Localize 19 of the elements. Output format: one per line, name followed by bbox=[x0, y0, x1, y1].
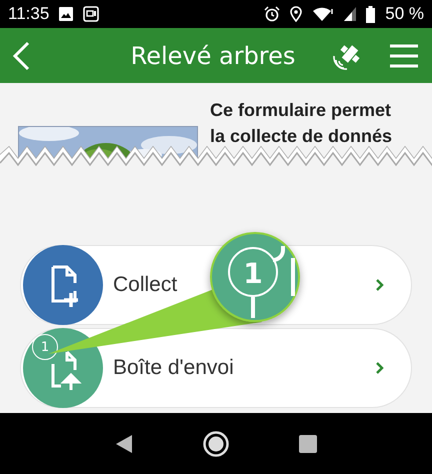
menu-button[interactable] bbox=[390, 44, 418, 68]
outbox-button[interactable]: 1 Boîte d'envoi bbox=[20, 328, 412, 408]
alarm-icon bbox=[264, 6, 280, 22]
battery-icon bbox=[366, 6, 376, 22]
image-icon bbox=[59, 7, 74, 21]
storage-icon bbox=[83, 6, 100, 22]
chevron-icon bbox=[375, 361, 385, 375]
chevron-icon bbox=[375, 278, 385, 292]
recent-apps-button[interactable] bbox=[299, 434, 317, 452]
signal-icon bbox=[344, 7, 356, 21]
form-description: Ce formulaire permet la collecte de donnés bbox=[210, 99, 394, 148]
wifi-icon bbox=[312, 6, 334, 22]
battery-percentage: 50 % bbox=[385, 4, 424, 24]
clock-time: 11:35 bbox=[8, 4, 50, 24]
count-label: 1 bbox=[243, 257, 263, 290]
app-title: Relevé arbres bbox=[130, 42, 296, 70]
home-button[interactable] bbox=[203, 430, 229, 456]
back-nav-button[interactable] bbox=[115, 434, 133, 454]
location-icon bbox=[290, 6, 302, 22]
